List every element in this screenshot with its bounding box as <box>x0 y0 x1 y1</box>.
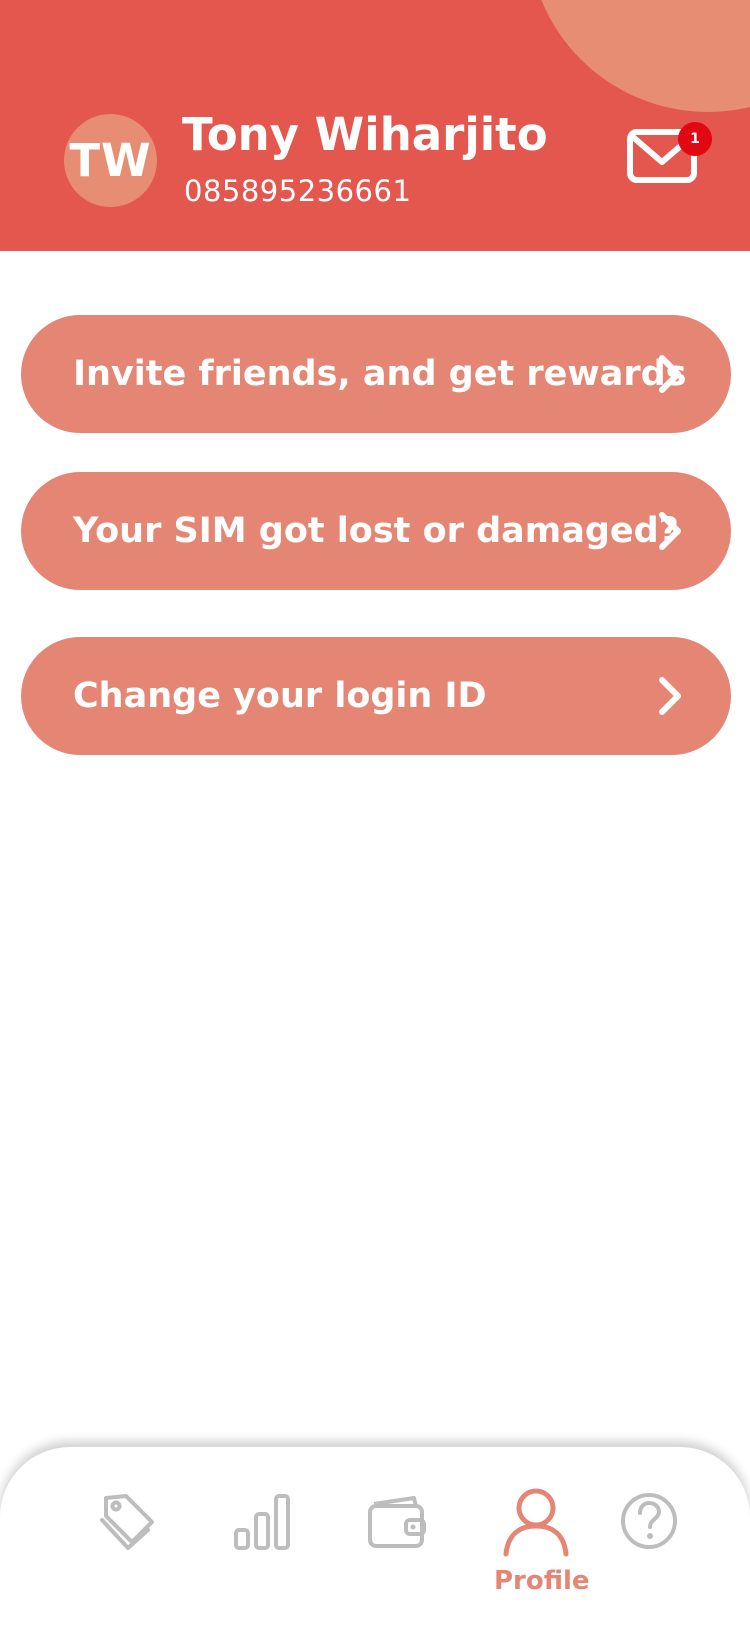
tags-icon <box>100 1494 154 1550</box>
avatar[interactable]: TW <box>64 114 157 207</box>
user-phone: 085895236661 <box>184 174 412 208</box>
menu-item-label: Your SIM got lost or damaged? <box>73 511 679 551</box>
user-icon <box>503 1488 569 1557</box>
nav-item-usage[interactable] <box>232 1492 294 1556</box>
nav-item-promos[interactable] <box>96 1490 160 1558</box>
nav-item-help[interactable] <box>619 1491 679 1555</box>
menu-item-label: Invite friends, and get rewards <box>73 354 687 394</box>
sim-replacement-button[interactable]: Your SIM got lost or damaged? <box>21 472 731 590</box>
help-icon <box>621 1493 677 1549</box>
wallet-icon <box>368 1496 426 1548</box>
chevron-right-icon <box>659 512 681 550</box>
profile-screen: TW Tony Wiharjito 085895236661 1 Invite … <box>0 0 750 1628</box>
inbox-button[interactable]: 1 <box>626 122 712 186</box>
invite-friends-button[interactable]: Invite friends, and get rewards <box>21 315 731 433</box>
unread-badge: 1 <box>678 122 712 156</box>
user-name: Tony Wiharjito <box>182 108 548 161</box>
avatar-initials: TW <box>69 134 152 187</box>
bar-chart-icon <box>234 1494 290 1550</box>
nav-label-profile: Profile <box>494 1566 590 1596</box>
menu-item-label: Change your login ID <box>73 676 487 716</box>
nav-item-wallet[interactable] <box>366 1494 428 1554</box>
header-decoration <box>528 0 750 112</box>
profile-header: TW Tony Wiharjito 085895236661 1 <box>0 0 750 251</box>
chevron-right-icon <box>659 677 681 715</box>
nav-item-profile[interactable] <box>500 1486 572 1562</box>
change-login-id-button[interactable]: Change your login ID <box>21 637 731 755</box>
chevron-right-icon <box>659 355 681 393</box>
